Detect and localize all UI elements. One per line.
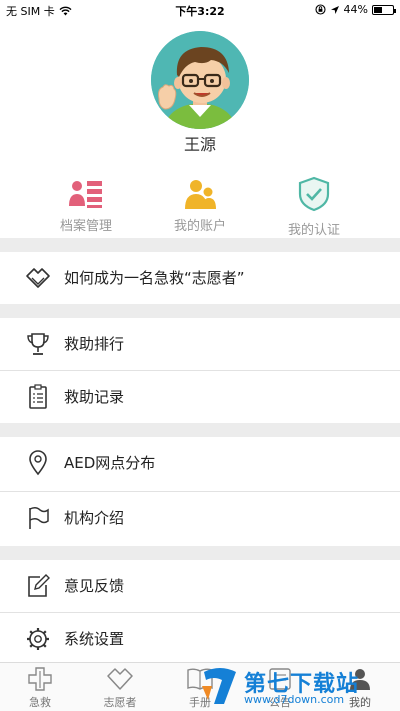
trophy-icon bbox=[27, 333, 49, 355]
username: 王源 bbox=[183, 135, 216, 154]
volunteer-guide-row[interactable]: 如何成为一名急救“志愿者” bbox=[0, 252, 400, 304]
rescue-records-label: 救助记录 bbox=[64, 388, 125, 406]
organization-intro-row[interactable]: 机构介绍 bbox=[0, 492, 400, 544]
gear-icon bbox=[27, 628, 49, 650]
battery-icon bbox=[372, 4, 396, 15]
status-bar: 无 SIM 卡 下午3:22 44% bbox=[0, 0, 400, 20]
aed-distribution-label: AED网点分布 bbox=[64, 454, 156, 472]
archive-icon bbox=[69, 181, 102, 208]
heart-hands-icon bbox=[26, 268, 50, 288]
feedback-row[interactable]: 意见反馈 bbox=[0, 560, 400, 612]
volunteer-guide-label: 如何成为一名急救“志愿者” bbox=[64, 269, 245, 287]
organization-intro-label: 机构介绍 bbox=[64, 509, 125, 527]
avatar-illustration bbox=[151, 31, 249, 129]
tab-volunteer[interactable]: 志愿者 bbox=[80, 665, 160, 710]
battery-percent: 44% bbox=[343, 3, 368, 16]
shield-check-icon bbox=[298, 176, 330, 212]
aed-distribution-row[interactable]: AED网点分布 bbox=[0, 437, 400, 489]
archive-management-label: 档案管理 bbox=[59, 219, 112, 234]
rescue-records-row[interactable]: 救助记录 bbox=[0, 371, 400, 423]
feedback-label: 意见反馈 bbox=[64, 577, 125, 595]
tab-volunteer-label: 志愿者 bbox=[103, 696, 137, 709]
edit-icon bbox=[28, 574, 50, 597]
clipboard-list-icon bbox=[29, 384, 47, 409]
first-aid-icon bbox=[28, 667, 52, 691]
section-gap bbox=[0, 238, 400, 252]
settings-label: 系统设置 bbox=[64, 630, 125, 648]
archive-management-button[interactable]: 档案管理 bbox=[36, 176, 136, 234]
tab-first-aid-label: 急救 bbox=[29, 696, 51, 709]
section-gap bbox=[0, 546, 400, 560]
rescue-ranking-row[interactable]: 救助排行 bbox=[0, 318, 400, 370]
settings-row[interactable]: 系统设置 bbox=[0, 613, 400, 665]
watermark: 第七下载站 www.d7down.com bbox=[200, 664, 396, 710]
my-account-label: 我的账户 bbox=[173, 219, 226, 234]
watermark-url: www.d7down.com bbox=[244, 693, 345, 706]
status-right: 44% bbox=[314, 3, 396, 16]
flag-icon bbox=[29, 506, 49, 529]
quick-entries: 档案管理 我的账户 我的认证 bbox=[0, 176, 400, 238]
my-certification-label: 我的认证 bbox=[287, 223, 340, 238]
rescue-ranking-label: 救助排行 bbox=[64, 335, 125, 353]
watermark-logo-icon bbox=[202, 668, 236, 704]
location-pin-icon bbox=[29, 450, 47, 476]
my-certification-button[interactable]: 我的认证 bbox=[264, 176, 364, 238]
tab-first-aid[interactable]: 急救 bbox=[0, 665, 80, 710]
section-gap bbox=[0, 423, 400, 437]
avatar[interactable] bbox=[151, 31, 249, 129]
heart-hands-icon bbox=[107, 668, 133, 690]
section-gap bbox=[0, 304, 400, 318]
lock-rotation-icon bbox=[314, 4, 326, 15]
location-arrow-icon bbox=[330, 5, 339, 14]
users-icon bbox=[185, 180, 216, 209]
my-account-button[interactable]: 我的账户 bbox=[150, 176, 250, 234]
